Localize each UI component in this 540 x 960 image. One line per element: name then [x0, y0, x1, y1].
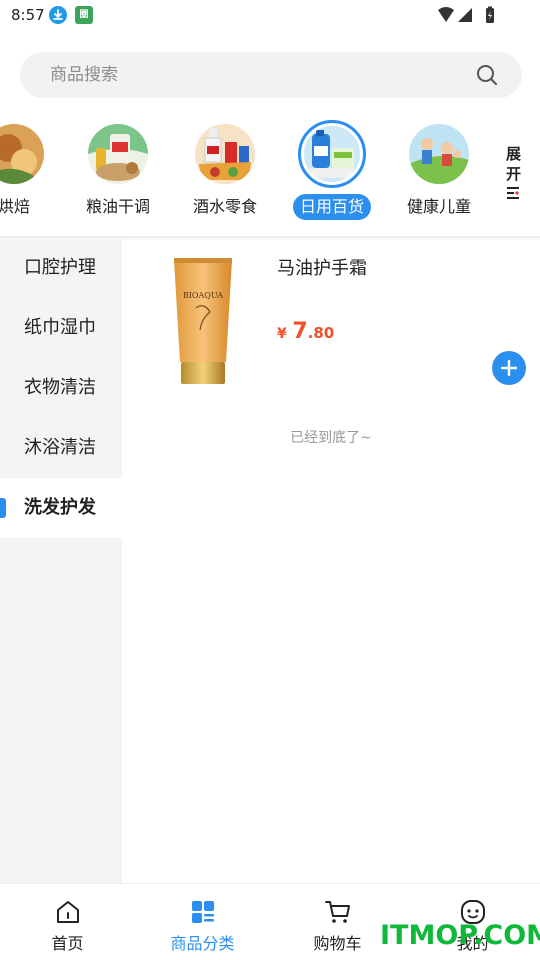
- list-end-text: 已经到底了~: [290, 430, 372, 446]
- cart-icon: [325, 901, 350, 923]
- expand-icon: [507, 187, 519, 199]
- sidebar-item-oral-care[interactable]: 口腔护理: [0, 238, 122, 298]
- product-card[interactable]: BIOAQUA 马油护手霜 ¥ 7.80: [122, 238, 540, 398]
- add-to-cart-button[interactable]: [492, 351, 526, 385]
- drinks-snacks-icon: [195, 124, 255, 184]
- product-name[interactable]: 马油护手霜: [277, 254, 367, 280]
- category-icon: [192, 901, 214, 923]
- product-brand-text: BIOAQUA: [183, 291, 223, 300]
- category-label: 酒水零食: [192, 197, 257, 216]
- sidebar-item-tissues[interactable]: 纸巾湿巾: [0, 298, 122, 358]
- plus-icon: [500, 359, 518, 377]
- grain-oil-icon: [88, 124, 148, 184]
- expand-label-line1: 展: [506, 145, 522, 163]
- app-notification-icon: 圈: [75, 6, 93, 24]
- sidebar-item-label: 衣物清洁: [24, 377, 96, 398]
- expand-button[interactable]: 展 开: [506, 144, 528, 200]
- active-indicator: [0, 498, 6, 518]
- category-label: 烘焙: [0, 197, 30, 216]
- search-input[interactable]: [50, 52, 450, 98]
- price-decimal: .80: [307, 324, 335, 342]
- sidebar-item-hair-care[interactable]: 洗发护发: [0, 478, 122, 538]
- category-item-drinks-snacks[interactable]: 酒水零食: [175, 114, 275, 224]
- sidebar-item-bath[interactable]: 沐浴清洁: [0, 418, 122, 476]
- category-label: 日用百货: [293, 194, 371, 220]
- search-icon[interactable]: [476, 64, 498, 86]
- watermark: ITMOP.COM: [380, 920, 540, 951]
- category-label: 粮油干调: [85, 197, 150, 216]
- price-integer: 7: [292, 319, 308, 344]
- health-kids-icon: [409, 124, 469, 184]
- download-icon: [49, 6, 67, 24]
- price-symbol: ¥: [277, 326, 287, 342]
- product-price: ¥ 7.80: [277, 319, 334, 344]
- sidebar: 口腔护理 纸巾湿巾 衣物清洁 沐浴清洁 洗发护发: [0, 238, 122, 883]
- search-bar[interactable]: [20, 52, 522, 98]
- home-icon: [57, 901, 79, 923]
- nav-label: 商品分类: [170, 934, 235, 953]
- nav-label: 首页: [51, 934, 84, 953]
- expand-label-line2: 开: [506, 165, 522, 183]
- nav-category[interactable]: 商品分类: [135, 884, 270, 960]
- sidebar-item-laundry[interactable]: 衣物清洁: [0, 358, 122, 418]
- signal-battery-icon: [438, 6, 494, 23]
- category-item-grain-oil[interactable]: 粮油干调: [68, 114, 168, 224]
- category-item-bakery[interactable]: 烘焙: [0, 114, 64, 224]
- status-time: 8:57: [11, 6, 45, 24]
- product-image[interactable]: BIOAQUA: [172, 258, 234, 388]
- sidebar-empty-area: [0, 538, 122, 883]
- bakery-icon: [0, 124, 44, 184]
- sidebar-item-label: 纸巾湿巾: [24, 317, 96, 338]
- sidebar-item-label: 口腔护理: [24, 257, 96, 278]
- category-label: 健康儿童: [406, 197, 471, 216]
- sidebar-group: 口腔护理 纸巾湿巾 衣物清洁 沐浴清洁: [0, 238, 122, 478]
- category-item-health-kids[interactable]: 健康儿童: [389, 114, 489, 224]
- daily-goods-icon: [298, 120, 366, 188]
- status-bar: 8:57 圈: [0, 0, 540, 32]
- category-item-daily-goods[interactable]: 日用百货: [282, 114, 382, 224]
- sidebar-item-label: 沐浴清洁: [24, 437, 96, 458]
- category-strip[interactable]: 烘焙 粮油干调 酒水零食 日用百货 健康儿童 展 开: [0, 114, 540, 236]
- sidebar-item-label: 洗发护发: [24, 497, 96, 518]
- nav-home[interactable]: 首页: [0, 884, 135, 960]
